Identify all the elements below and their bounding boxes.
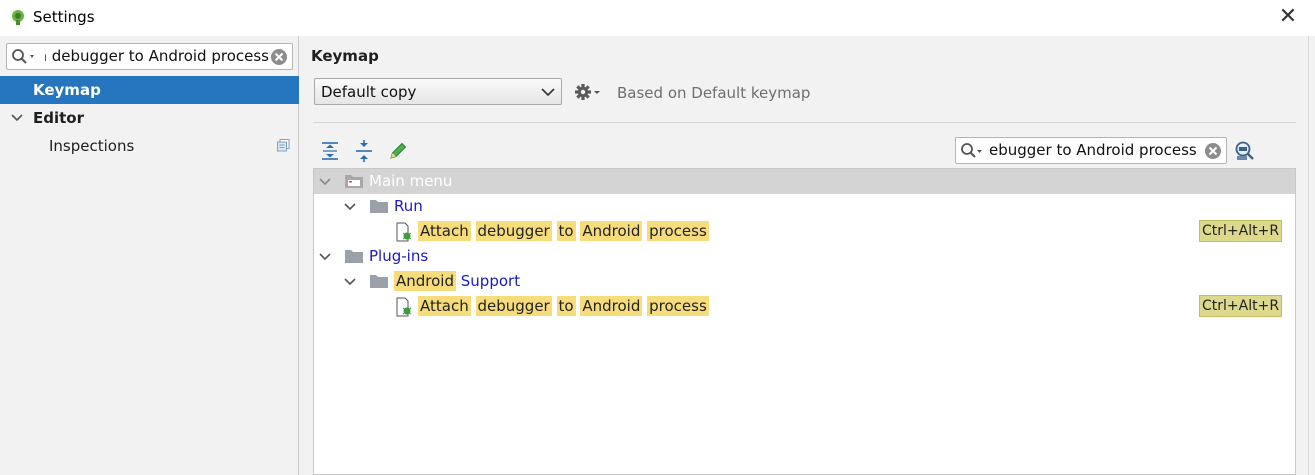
sidebar-item-label: Editor	[33, 109, 84, 127]
folder-icon	[345, 250, 363, 263]
highlight-word: to	[556, 221, 576, 241]
close-icon[interactable]: ✕	[1278, 6, 1298, 28]
debug-action-icon	[396, 222, 412, 242]
window-edge	[1308, 36, 1315, 475]
highlight-word: Android	[394, 271, 456, 291]
settings-sidebar: Attach debugger to Android process Keyma…	[0, 36, 299, 475]
chevron-down-icon[interactable]	[11, 113, 23, 123]
tree-row-android-support[interactable]: Android Support	[314, 269, 1295, 294]
expand-all-icon[interactable]	[319, 140, 341, 162]
search-icon	[12, 49, 34, 64]
highlight-word: Android	[580, 221, 643, 241]
highlight-word: process	[647, 221, 709, 241]
highlight-word: to	[556, 296, 576, 316]
find-shortcut-icon[interactable]	[1234, 140, 1256, 162]
shortcut-badge: Ctrl+Alt+R	[1199, 220, 1283, 242]
tree-label-rest: Support	[460, 272, 521, 290]
clear-icon[interactable]	[270, 48, 288, 66]
title-bar: Settings ✕	[0, 0, 1315, 36]
android-studio-icon	[12, 10, 24, 25]
keymap-search-value: ebugger to Android process	[989, 141, 1197, 159]
tree-row-attach-debugger-plugin[interactable]: Attach debugger to Android process Ctrl+…	[314, 294, 1295, 319]
highlight-word: process	[647, 296, 709, 316]
tree-label: Android Support	[394, 269, 520, 294]
tree-label: Run	[394, 197, 423, 215]
keymap-select-value: Default copy	[321, 83, 417, 101]
keymap-panel: Keymap Default copy Based on Default key…	[300, 36, 1308, 475]
keymap-search-input[interactable]: ebugger to Android process	[955, 137, 1227, 164]
shortcut-badge: Ctrl+Alt+R	[1199, 295, 1283, 317]
clear-icon[interactable]	[1204, 142, 1222, 160]
tree-label: Plug-ins	[369, 247, 429, 265]
chevron-down-icon[interactable]	[319, 177, 331, 187]
folder-icon	[370, 275, 388, 288]
divider	[313, 122, 1296, 123]
sidebar-item-label: Keymap	[33, 81, 101, 99]
gear-icon[interactable]	[574, 83, 602, 101]
copy-icon	[277, 139, 290, 152]
chevron-down-icon[interactable]	[344, 202, 356, 212]
folder-icon	[370, 200, 388, 213]
search-icon	[961, 143, 982, 158]
sidebar-item-label: Inspections	[49, 137, 135, 155]
sidebar-item-editor[interactable]: Editor	[0, 104, 299, 132]
chevron-down-icon[interactable]	[344, 277, 356, 287]
page-title: Keymap	[311, 47, 379, 65]
debug-action-icon	[396, 297, 412, 317]
highlight-word: Attach	[418, 296, 471, 316]
tree-label: Main menu	[369, 172, 453, 190]
tree-row-plugins[interactable]: Plug-ins	[314, 244, 1295, 269]
menu-folder-icon	[345, 175, 363, 188]
chevron-down-icon	[541, 88, 555, 97]
highlight-word: debugger	[475, 221, 552, 241]
tree-row-attach-debugger-run[interactable]: Attach debugger to Android process Ctrl+…	[314, 219, 1295, 244]
chevron-down-icon[interactable]	[319, 252, 331, 262]
keymap-tree[interactable]: Main menu Run Attach debugger to Android…	[313, 168, 1296, 475]
settings-search-value: Attach debugger to Android process	[45, 47, 269, 65]
settings-search-input[interactable]: Attach debugger to Android process	[6, 43, 293, 70]
sidebar-item-keymap[interactable]: Keymap	[0, 76, 299, 104]
based-on-label: Based on Default keymap	[617, 84, 811, 102]
sidebar-item-inspections[interactable]: Inspections	[0, 132, 299, 160]
keymap-select[interactable]: Default copy	[314, 78, 562, 105]
action-label: Attach debugger to Android process	[418, 294, 709, 319]
collapse-all-icon[interactable]	[353, 140, 375, 162]
tree-row-run[interactable]: Run	[314, 194, 1295, 219]
highlight-word: Attach	[418, 221, 471, 241]
highlight-word: debugger	[475, 296, 552, 316]
action-label: Attach debugger to Android process	[418, 219, 709, 244]
highlight-word: Android	[580, 296, 643, 316]
edit-pencil-icon[interactable]	[387, 140, 409, 162]
window-title: Settings	[33, 8, 95, 26]
tree-row-main-menu[interactable]: Main menu	[314, 169, 1295, 194]
